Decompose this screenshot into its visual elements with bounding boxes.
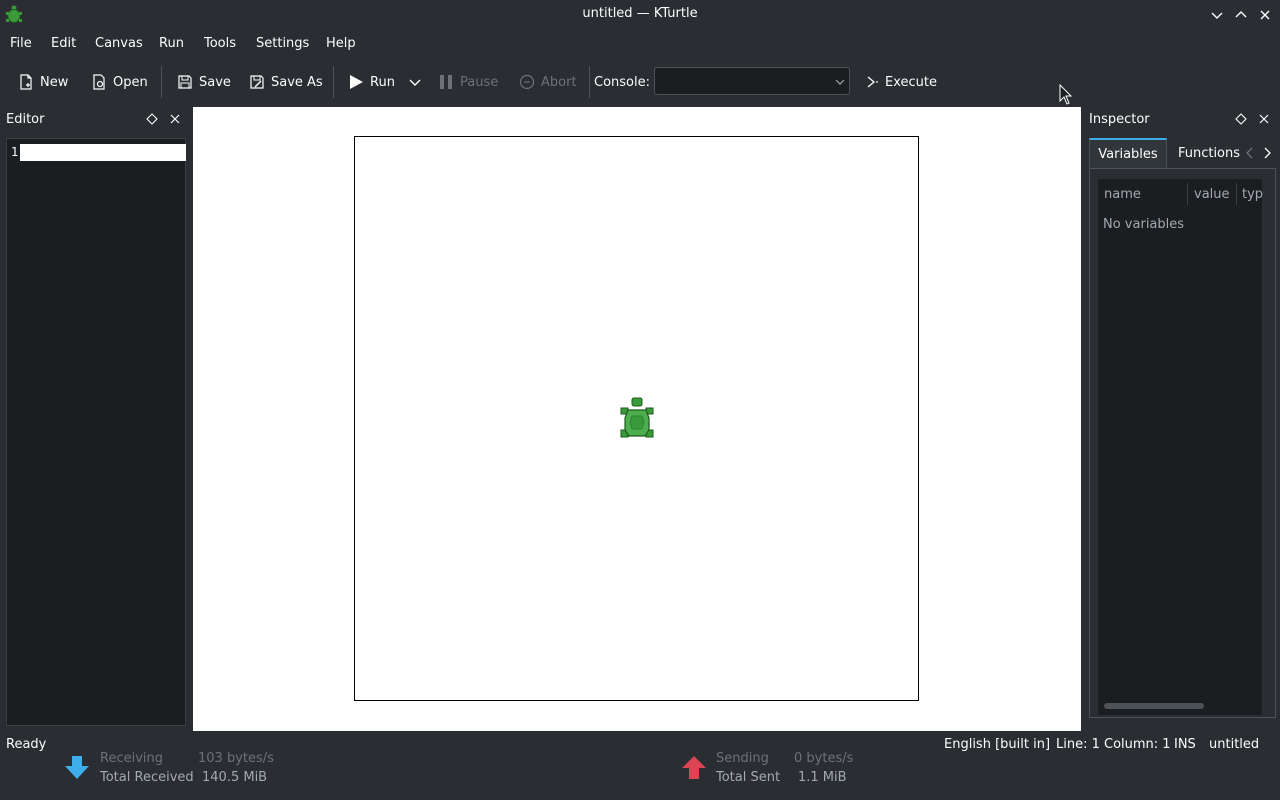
save-label: Save: [199, 74, 231, 90]
title-bar: untitled — KTurtle: [0, 0, 1280, 30]
code-editor[interactable]: [6, 138, 186, 726]
column-divider: [1187, 183, 1188, 205]
console-input[interactable]: [654, 67, 850, 95]
toolbar-separator: [589, 66, 590, 98]
new-button[interactable]: New: [18, 62, 68, 102]
save-as-button[interactable]: Save As: [249, 62, 323, 102]
tab-scroll-right-button[interactable]: [1262, 147, 1272, 163]
toolbar: New Open Save Save As Run Pause Abort Co…: [0, 62, 1280, 102]
chevron-right-icon: [1264, 147, 1271, 159]
close-editor-button[interactable]: [169, 113, 181, 129]
save-as-icon: [250, 75, 264, 89]
toolbar-separator: [333, 66, 334, 98]
column-divider: [1236, 183, 1237, 205]
empty-state-text: No variables: [1103, 217, 1185, 232]
open-label: Open: [113, 74, 148, 90]
play-icon: [350, 75, 363, 89]
status-message: Ready: [6, 737, 47, 752]
column-header-type[interactable]: typ: [1242, 179, 1263, 209]
sending-rate: 0 bytes/s: [794, 751, 854, 766]
editor-title: Editor: [6, 112, 45, 127]
chevron-down-icon: [409, 79, 421, 86]
chevron-up-icon: [1235, 11, 1247, 18]
abort-icon: [519, 74, 535, 90]
column-header-name[interactable]: name: [1104, 179, 1141, 209]
toolbar-separator: [161, 66, 162, 98]
open-document-icon: [93, 74, 105, 90]
total-received-label: Total Received: [100, 770, 194, 785]
float-editor-button[interactable]: [146, 113, 158, 129]
execute-prompt-icon: [867, 76, 878, 88]
status-insert-mode: INS: [1174, 737, 1196, 752]
status-filename: untitled: [1209, 737, 1260, 752]
status-language: English [built in]: [944, 737, 1051, 752]
total-received-value: 140.5 MiB: [202, 770, 268, 785]
editor-dock: Editor 1: [2, 107, 188, 730]
receiving-rate: 103 bytes/s: [198, 751, 274, 766]
abort-button[interactable]: Abort: [519, 62, 577, 102]
total-sent-label: Total Sent: [716, 770, 781, 785]
close-icon: [1260, 10, 1270, 20]
close-icon: [170, 114, 180, 124]
run-label: Run: [370, 74, 395, 90]
save-as-label: Save As: [271, 74, 323, 90]
new-label: New: [40, 74, 69, 90]
save-button[interactable]: Save: [177, 62, 231, 102]
execute-label: Execute: [885, 74, 937, 90]
menu-run[interactable]: Run: [159, 36, 184, 51]
close-window-button[interactable]: [1255, 5, 1275, 25]
status-cursor-position: Line: 1 Column: 1: [1056, 737, 1171, 752]
turtle-sprite-icon: [617, 396, 657, 442]
open-button[interactable]: Open: [91, 62, 148, 102]
total-sent-value: 1.1 MiB: [798, 770, 847, 785]
run-speed-dropdown[interactable]: [409, 62, 421, 102]
maximize-button[interactable]: [1231, 5, 1251, 25]
close-icon: [1259, 114, 1269, 124]
pause-button[interactable]: Pause: [438, 62, 498, 102]
menu-file[interactable]: File: [10, 36, 32, 51]
sending-label: Sending: [716, 751, 769, 766]
console-label: Console:: [594, 74, 650, 90]
pause-icon: [440, 75, 452, 89]
float-diamond-icon: [1235, 113, 1247, 125]
current-line-highlight: [20, 144, 186, 161]
float-inspector-button[interactable]: [1235, 113, 1247, 129]
horizontal-scrollbar[interactable]: [1104, 703, 1204, 709]
menu-help[interactable]: Help: [326, 36, 356, 51]
tab-scroll-left-button[interactable]: [1245, 147, 1255, 163]
upload-arrow-icon: [681, 756, 707, 784]
chevron-down-icon: [1211, 12, 1223, 19]
inspector-dock: Inspector Variables Functions name value…: [1086, 107, 1280, 730]
close-inspector-button[interactable]: [1258, 113, 1270, 129]
menu-canvas[interactable]: Canvas: [95, 36, 143, 51]
status-bar: Ready English [built in] Line: 1 Column:…: [0, 734, 1280, 756]
new-document-icon: [20, 74, 32, 90]
menu-tools[interactable]: Tools: [204, 36, 236, 51]
window-title: untitled — KTurtle: [582, 6, 698, 21]
abort-label: Abort: [541, 74, 577, 90]
column-header-value[interactable]: value: [1194, 179, 1230, 209]
receiving-label: Receiving: [100, 751, 164, 766]
tab-functions[interactable]: Functions: [1171, 138, 1247, 168]
variables-table[interactable]: name value typ No variables: [1098, 179, 1263, 715]
execute-button[interactable]: Execute: [865, 62, 937, 102]
download-arrow-icon: [64, 756, 90, 784]
network-monitor: Receiving 103 bytes/s Total Received 140…: [0, 751, 1280, 800]
pause-label: Pause: [460, 74, 499, 90]
menu-edit[interactable]: Edit: [51, 36, 76, 51]
minimize-button[interactable]: [1207, 5, 1227, 25]
chevron-left-icon: [1246, 147, 1253, 159]
chevron-down-icon[interactable]: [835, 77, 845, 87]
run-button[interactable]: Run: [348, 62, 395, 102]
inspector-title: Inspector: [1089, 112, 1150, 127]
save-icon: [178, 75, 192, 89]
tab-variables[interactable]: Variables: [1089, 138, 1167, 168]
line-number: 1: [11, 145, 19, 159]
float-diamond-icon: [146, 113, 158, 125]
menu-settings[interactable]: Settings: [256, 36, 309, 51]
